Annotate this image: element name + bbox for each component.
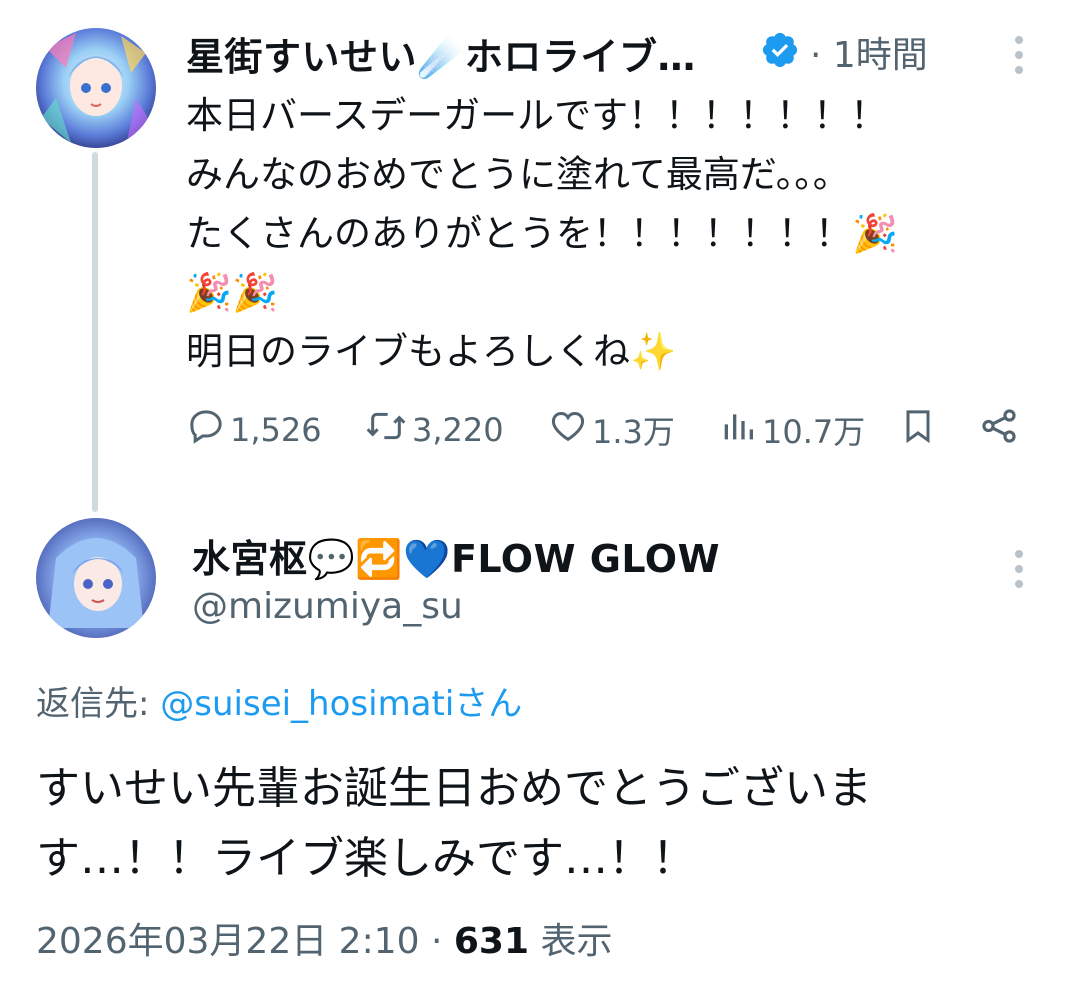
tweet-text: 本日バースデーガールです！！！！！！！ みんなのおめでとうに塗れて最高だ。。。 … bbox=[186, 94, 899, 373]
views-icon bbox=[718, 406, 762, 454]
reply-count: 1,526 bbox=[230, 411, 322, 449]
reply-icon bbox=[186, 406, 230, 454]
tweet-meta: 2026年03月22日 2:10 · 631 表示 bbox=[36, 912, 612, 964]
bookmark-button[interactable] bbox=[898, 405, 942, 455]
retweet-button[interactable]: 3,220 bbox=[364, 405, 504, 455]
views-button[interactable]: 10.7万 bbox=[718, 405, 865, 455]
bookmark-icon bbox=[898, 406, 942, 454]
verified-icon bbox=[760, 30, 800, 70]
more-icon[interactable] bbox=[1015, 36, 1025, 81]
share-icon bbox=[978, 405, 1024, 455]
views-label: 表示 bbox=[529, 921, 613, 962]
more-icon[interactable] bbox=[1015, 550, 1025, 595]
views-count: 10.7万 bbox=[762, 413, 866, 451]
author-handle[interactable]: @mizumiya_su bbox=[192, 586, 463, 627]
reply-to-mention[interactable]: @suisei_hosimatiさん bbox=[160, 684, 522, 724]
author-name[interactable]: 星街すいせい☄️ホロライブ… bbox=[186, 26, 696, 81]
timestamp[interactable]: · 1時間 bbox=[810, 26, 928, 78]
tweet-date[interactable]: 2026年03月22日 2:10 · bbox=[36, 921, 454, 962]
avatar[interactable] bbox=[36, 28, 156, 148]
reply-to-line: 返信先: @suisei_hosimatiさん bbox=[36, 676, 522, 725]
retweet-count: 3,220 bbox=[412, 411, 504, 449]
action-bar: 1,526 3,220 1.3万 10.7万 bbox=[186, 405, 1026, 455]
views-count: 631 bbox=[453, 921, 530, 962]
thread-line bbox=[92, 152, 98, 512]
reply-button[interactable]: 1,526 bbox=[186, 405, 322, 455]
like-button[interactable]: 1.3万 bbox=[548, 405, 675, 455]
avatar[interactable] bbox=[36, 518, 156, 638]
reply-text: すいせい先輩お誕生日おめでとうございま す…！！ライブ楽しみです…！！ bbox=[36, 763, 872, 884]
share-button[interactable] bbox=[978, 405, 1024, 455]
retweet-icon bbox=[364, 406, 412, 454]
author-name[interactable]: 水宮枢💬🔁💙FLOW GLOW bbox=[192, 528, 720, 583]
reply-to-label: 返信先: bbox=[36, 684, 161, 724]
like-count: 1.3万 bbox=[592, 413, 675, 451]
like-icon bbox=[548, 406, 592, 454]
